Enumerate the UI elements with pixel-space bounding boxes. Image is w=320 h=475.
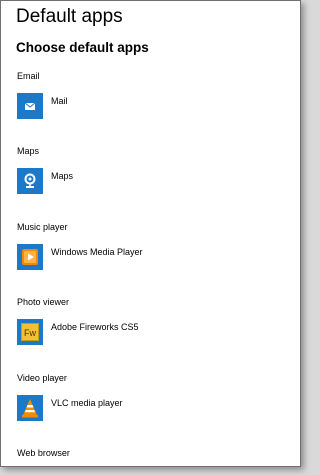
vlc-icon xyxy=(17,395,43,421)
default-app-mail[interactable]: Mail xyxy=(17,93,68,119)
default-app-vlc[interactable]: VLC media player xyxy=(17,395,123,421)
category-label: Maps xyxy=(17,146,40,156)
category-label: Photo viewer xyxy=(17,297,70,307)
mail-icon xyxy=(17,93,43,119)
category-photo-viewer: Photo viewer Fw Adobe Fireworks CS5 xyxy=(17,296,139,345)
default-app-adobe-fireworks[interactable]: Fw Adobe Fireworks CS5 xyxy=(17,319,139,345)
app-name: Windows Media Player xyxy=(51,247,143,257)
category-label: Web browser xyxy=(17,448,70,458)
section-heading: Choose default apps xyxy=(16,40,149,55)
app-name: VLC media player xyxy=(51,398,123,408)
windows-media-player-icon xyxy=(17,244,43,270)
default-app-windows-media-player[interactable]: Windows Media Player xyxy=(17,244,143,270)
category-email: Email Mail xyxy=(17,70,68,119)
maps-icon xyxy=(17,168,43,194)
category-label: Email xyxy=(17,71,40,81)
svg-text:Fw: Fw xyxy=(24,328,36,338)
category-music-player: Music player Windows Media Player xyxy=(17,221,143,270)
category-label: Video player xyxy=(17,373,67,383)
adobe-fireworks-icon: Fw xyxy=(17,319,43,345)
category-label: Music player xyxy=(17,222,68,232)
category-web-browser: Web browser xyxy=(17,447,70,459)
page-title: Default apps xyxy=(16,6,123,27)
app-name: Maps xyxy=(51,171,74,181)
category-maps: Maps Maps xyxy=(17,145,73,194)
app-name: Mail xyxy=(51,96,68,106)
default-app-maps[interactable]: Maps xyxy=(17,168,73,194)
app-name: Adobe Fireworks CS5 xyxy=(51,322,139,332)
default-apps-window: Default apps Choose default apps Email M… xyxy=(0,0,301,467)
category-video-player: Video player VLC media player xyxy=(17,372,123,421)
